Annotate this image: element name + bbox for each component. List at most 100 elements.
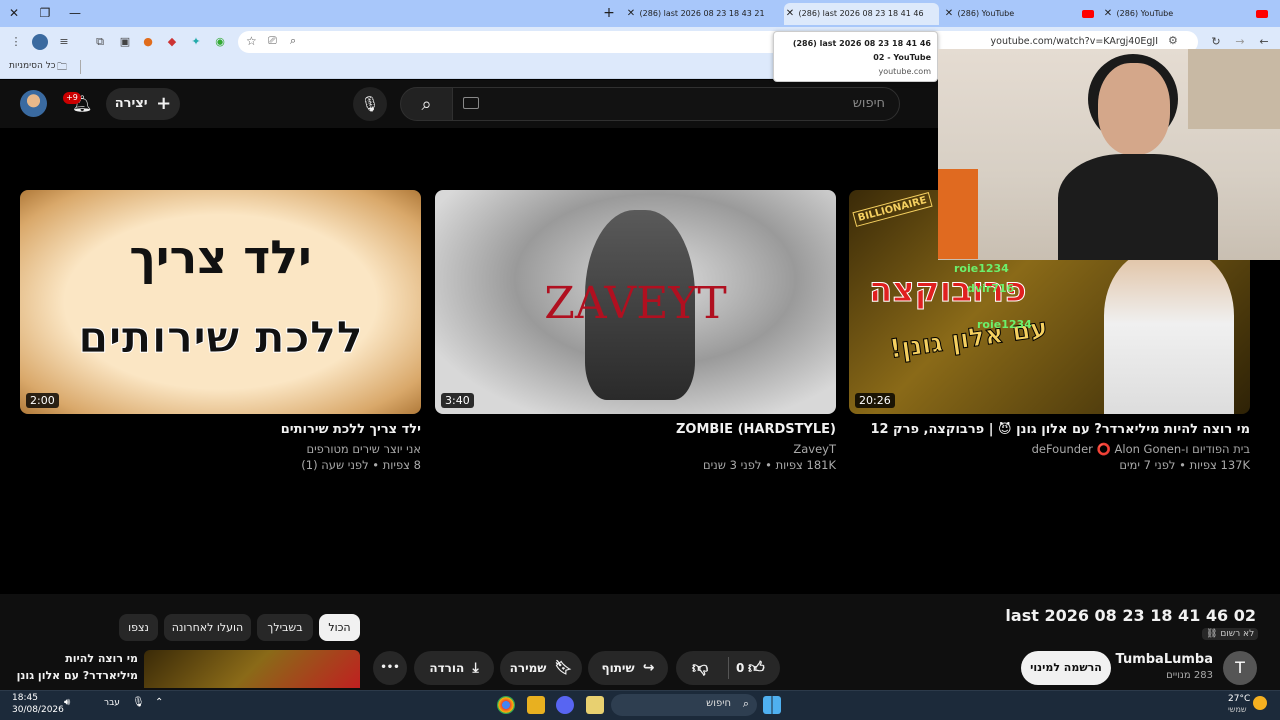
upnext-thumbnail[interactable] bbox=[144, 650, 360, 688]
reading-list-icon[interactable]: ≡ bbox=[56, 34, 72, 50]
weather-temp[interactable]: 27°C bbox=[1228, 694, 1250, 704]
video-meta: 8 צפיות • לפני שעה (1) bbox=[301, 458, 421, 472]
chip-all[interactable]: הכול bbox=[319, 614, 360, 641]
save-button[interactable]: שמירה 🔖︎ bbox=[500, 651, 582, 685]
reload-icon[interactable]: ↻ bbox=[1208, 34, 1224, 50]
watch-title: last 2026 08 23 18 41 46 02 bbox=[1005, 606, 1256, 625]
chat-user: roie1234 bbox=[954, 262, 1009, 275]
avatar[interactable] bbox=[20, 90, 47, 117]
create-button[interactable]: יצירה + bbox=[106, 88, 180, 120]
webcam-overlay bbox=[938, 49, 1280, 260]
video-thumbnail[interactable]: ילד צריך ללכת שירותים 2:00 bbox=[20, 190, 421, 414]
app-taskbar-icon[interactable] bbox=[527, 696, 545, 714]
chat-user: roie1234 bbox=[977, 318, 1032, 331]
zoom-icon[interactable]: ⌕ bbox=[290, 34, 296, 48]
plus-icon: + bbox=[156, 93, 172, 114]
search-button[interactable]: ⌕ bbox=[400, 87, 453, 121]
cast-icon[interactable]: ⎚ bbox=[268, 34, 277, 48]
language-indicator[interactable]: עבר bbox=[104, 698, 120, 708]
channel-name[interactable]: בית הפודיום ו-deFounder ⭕ Alon Gonen bbox=[849, 442, 1250, 456]
divider bbox=[728, 657, 729, 679]
clock-date[interactable]: 30/08/2026 bbox=[12, 705, 64, 715]
folder-icon[interactable]: 🗀 bbox=[57, 60, 67, 77]
video-thumbnail[interactable]: ZAVEYT 3:40 bbox=[435, 190, 836, 414]
back-icon[interactable]: ← bbox=[1256, 34, 1272, 50]
extensions-icon[interactable]: ⧉ bbox=[92, 34, 108, 50]
tab-close-icon[interactable]: ✕ bbox=[784, 3, 796, 25]
chip-recently-uploaded[interactable]: הועלו לאחרונה bbox=[164, 614, 251, 641]
tab-close-icon[interactable]: ✕ bbox=[943, 3, 955, 25]
tab-close-icon[interactable]: ✕ bbox=[1102, 3, 1114, 25]
tab-active-video[interactable]: ✕ (286) last 2026 08 23 18 41 46 bbox=[784, 3, 939, 25]
tray-chevron-icon[interactable]: ⌃ bbox=[155, 697, 163, 708]
duration-badge: 3:40 bbox=[441, 393, 474, 408]
youtube-favicon-icon bbox=[1256, 10, 1268, 18]
close-window-icon[interactable]: ✕ bbox=[3, 3, 25, 23]
mic-icon[interactable]: 🎙︎ bbox=[132, 697, 145, 708]
video-title[interactable]: מי רוצה להיות מיליארדר? עם אלון גונן 😈 |… bbox=[849, 422, 1250, 437]
chip-for-you[interactable]: בשבילך bbox=[257, 614, 313, 641]
video-meta: 181K צפיות • לפני 3 שנים bbox=[702, 458, 836, 472]
link-icon: ⛓ bbox=[1206, 629, 1218, 639]
bookmark-star-icon[interactable]: ☆ bbox=[246, 34, 257, 48]
windows-start-icon[interactable] bbox=[763, 696, 781, 714]
extension-icon[interactable]: ◆ bbox=[164, 34, 180, 50]
download-button[interactable]: הורדה ⤓ bbox=[414, 651, 494, 685]
site-info-icon[interactable]: ⚙ bbox=[1168, 34, 1178, 47]
video-title[interactable]: ZOMBIE (HARDSTYLE) bbox=[435, 422, 836, 437]
channel-name[interactable]: ZaveyT bbox=[435, 442, 836, 456]
tab-tooltip: (286) last 2026 08 23 18 41 46 02 - YouT… bbox=[773, 31, 938, 82]
tab-youtube-1[interactable]: ✕ (286) YouTube bbox=[1102, 3, 1272, 25]
video-card[interactable]: ZAVEYT 3:40 ZOMBIE (HARDSTYLE) ZaveyT 18… bbox=[435, 190, 836, 472]
youtube-favicon-icon bbox=[1082, 10, 1094, 18]
extension-icon[interactable]: ● bbox=[140, 34, 156, 50]
share-icon: ↪ bbox=[642, 660, 655, 676]
file-explorer-icon[interactable] bbox=[586, 696, 604, 714]
upnext-title[interactable]: מי רוצה להיות מיליארדר? עם אלון גונן 😈 | bbox=[10, 650, 138, 686]
minimize-window-icon[interactable]: — bbox=[64, 3, 86, 23]
menu-kebab-icon[interactable]: ⋮ bbox=[8, 34, 24, 50]
divider bbox=[80, 60, 81, 74]
search-input[interactable]: חיפוש bbox=[452, 87, 900, 121]
extension-icon[interactable]: ✦ bbox=[188, 34, 204, 50]
dislike-icon[interactable]: 👎︎ bbox=[692, 651, 708, 685]
share-button[interactable]: שיתוף ↪ bbox=[588, 651, 668, 685]
bookmark-icon: 🔖︎ bbox=[554, 660, 573, 676]
streamer-face bbox=[1098, 63, 1170, 155]
voice-search-icon[interactable]: 🎙︎ bbox=[353, 87, 387, 121]
clock-time[interactable]: 18:45 bbox=[12, 693, 38, 703]
profile-icon[interactable] bbox=[32, 34, 48, 50]
volume-icon[interactable]: 🔊︎ bbox=[64, 697, 70, 708]
channel-avatar[interactable]: T bbox=[1223, 651, 1257, 685]
chrome-taskbar-icon[interactable] bbox=[497, 696, 515, 714]
privacy-badge: לא רשום ⛓ bbox=[1202, 628, 1259, 640]
extension-icon[interactable]: ▣ bbox=[117, 34, 133, 50]
restore-window-icon[interactable]: ❐ bbox=[34, 3, 56, 23]
all-bookmarks-label[interactable]: כל הסימניות bbox=[9, 61, 56, 71]
new-tab-button[interactable]: + bbox=[598, 3, 620, 23]
url-text: youtube.com/watch?v=KArgj40EgJI bbox=[990, 36, 1158, 47]
browser-tab-strip: ✕ ❐ — + ✕ (286) YouTube ✕ (286) YouTube … bbox=[0, 0, 1280, 27]
chat-user: dvir716 bbox=[967, 282, 1015, 295]
subscribe-button[interactable]: הרשמה למינוי bbox=[1021, 651, 1111, 685]
taskbar-search-input[interactable]: ⌕ חיפוש bbox=[611, 694, 757, 716]
discord-taskbar-icon[interactable] bbox=[556, 696, 574, 714]
tab-close-icon[interactable]: ✕ bbox=[625, 3, 637, 25]
keyboard-icon[interactable] bbox=[463, 97, 479, 109]
tab-youtube-2[interactable]: ✕ (286) YouTube bbox=[943, 3, 1098, 25]
video-title[interactable]: ילד צריך ללכת שירותים bbox=[20, 422, 421, 437]
like-icon[interactable]: 👍︎ bbox=[748, 651, 765, 685]
grammarly-icon[interactable]: ◉ bbox=[212, 34, 228, 50]
more-actions-button[interactable]: ••• bbox=[373, 651, 407, 685]
tab-video-2[interactable]: ✕ (286) last 2026 08 23 18 43 21 bbox=[625, 3, 780, 25]
forward-icon[interactable]: → bbox=[1232, 34, 1248, 50]
search-icon: ⌕ bbox=[742, 697, 749, 710]
like-count: 0 bbox=[736, 661, 745, 675]
chip-watched[interactable]: נצפו bbox=[119, 614, 158, 641]
download-icon: ⤓ bbox=[472, 660, 479, 676]
video-card[interactable]: ילד צריך ללכת שירותים 2:00 ילד צריך ללכת… bbox=[20, 190, 421, 472]
person-figure bbox=[1104, 250, 1234, 414]
background-object bbox=[938, 169, 978, 259]
channel-name[interactable]: TumbaLumba bbox=[1116, 652, 1213, 667]
channel-name[interactable]: אני יוצר שירים מטורפים bbox=[20, 442, 421, 456]
